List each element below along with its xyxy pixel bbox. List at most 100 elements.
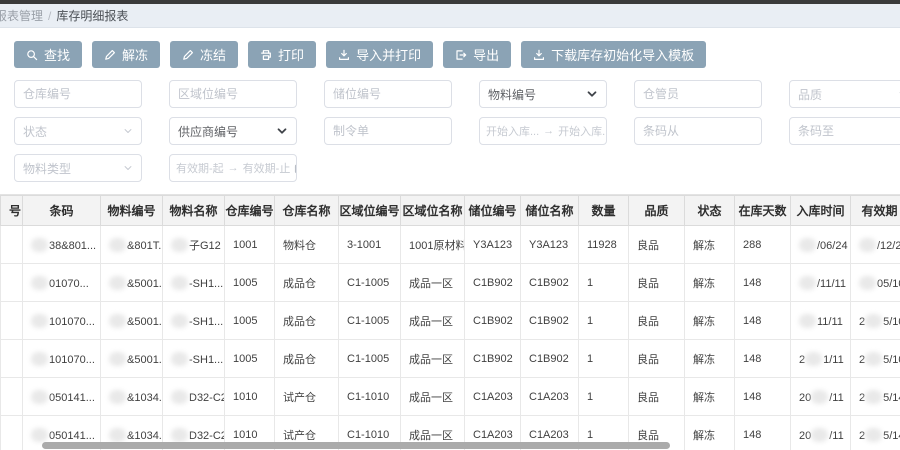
table-cell: &5001... (101, 302, 163, 340)
button-label: 查找 (44, 45, 70, 64)
barcode-to-input[interactable] (789, 117, 900, 145)
table-cell: C1B902 (521, 264, 579, 302)
button-label: 下载库存初始化导入模板 (551, 45, 694, 64)
table-cell: C1B902 (521, 302, 579, 340)
chevron-down-icon (276, 125, 288, 137)
column-header: 物料名称 (163, 196, 225, 226)
table-cell: C1-1005 (339, 340, 401, 378)
column-header: 数量 (579, 196, 629, 226)
redaction-blur (865, 390, 882, 404)
table-cell: 1001 (225, 226, 275, 264)
table-cell: -SH1... (163, 264, 225, 302)
table-cell: 25/10 (851, 302, 900, 340)
download-init-template-button[interactable]: 下载库存初始化导入模板 (521, 41, 706, 68)
redaction-blur (171, 276, 188, 290)
table-cell: &5001... (101, 340, 163, 378)
redaction-blur (109, 428, 126, 442)
table-cell: 1005 (225, 302, 275, 340)
redaction-blur (811, 390, 828, 404)
redaction-blur (171, 238, 188, 252)
column-header: 储位编号 (465, 196, 521, 226)
table-cell: 成品一区 (401, 302, 465, 340)
breadcrumb-current: 库存明细报表 (56, 7, 128, 24)
chevron-down-icon (586, 88, 598, 100)
horizontal-scrollbar-thumb[interactable] (42, 442, 670, 449)
print-button[interactable]: 打印 (248, 41, 316, 68)
table-cell: 1005 (225, 264, 275, 302)
table-cell: 05/10 (851, 264, 900, 302)
table-cell: Y3A123 (465, 226, 521, 264)
range-arrow-icon: → (543, 125, 554, 137)
redaction-blur (31, 390, 48, 404)
table-cell: 288 (735, 226, 791, 264)
download-icon (338, 49, 350, 61)
button-label: 解冻 (122, 45, 148, 64)
validity-date-range[interactable]: 有效期-起→有效期-止 (169, 154, 297, 182)
filter-row: 物料编号 品质 (14, 80, 900, 108)
table-header-row: 号条码物料编号物料名称仓库编号仓库名称区域位编号区域位名称储位编号储位名称数量品… (1, 196, 900, 226)
column-header: 物料编号 (101, 196, 163, 226)
material-no-select[interactable]: 物料编号 (479, 80, 607, 108)
table-cell: 11928 (579, 226, 629, 264)
table-cell: /11/11 (791, 264, 851, 302)
table-cell: 148 (735, 264, 791, 302)
table-cell: 解冻 (685, 416, 735, 450)
table-row[interactable]: 38&801...&801T...子G121001物料仓3-10011001原材… (1, 226, 900, 264)
redaction-blur (31, 352, 48, 366)
table-cell: 148 (735, 378, 791, 416)
select-placeholder: 状态 (23, 123, 47, 140)
status-select[interactable]: 状态 (14, 117, 142, 145)
column-header: 入库时间 (791, 196, 851, 226)
column-header: 条码 (23, 196, 101, 226)
redaction-blur (171, 390, 188, 404)
table-cell: C1B902 (465, 264, 521, 302)
redaction-blur (31, 238, 48, 252)
warehouse-no-input[interactable] (14, 80, 142, 108)
inventory-detail-report-page: 报表管理 / 库存明细报表 查找解冻冻结打印导入并打印导出下载库存初始化导入模板… (0, 0, 900, 450)
table-row[interactable]: 050141...&1034...D32-C21010试产仓C1-1010成品一… (1, 378, 900, 416)
select-placeholder: 品质 (798, 86, 822, 103)
table-cell (1, 302, 23, 340)
table-cell: 良品 (629, 226, 685, 264)
breadcrumb-root[interactable]: 报表管理 (0, 7, 43, 24)
date-from-placeholder: 有效期-起 (176, 160, 224, 176)
table-cell: C1A203 (521, 378, 579, 416)
date-to-placeholder: 有效期-止 (243, 160, 291, 176)
column-header: 仓库编号 (225, 196, 275, 226)
table-cell: C1B902 (521, 340, 579, 378)
storage-location-no-input[interactable] (324, 80, 452, 108)
redaction-blur (31, 276, 48, 290)
redaction-blur (109, 276, 126, 290)
table-row[interactable]: 101070...&5001...-SH1...1005成品仓C1-1005成品… (1, 340, 900, 378)
column-header: 在库天数 (735, 196, 791, 226)
table-cell: &1034... (101, 378, 163, 416)
freeze-button[interactable]: 冻结 (170, 41, 238, 68)
work-order-input[interactable] (324, 117, 452, 145)
filter-row: 物料类型有效期-起→有效期-止 (14, 154, 900, 182)
unfreeze-button[interactable]: 解冻 (92, 41, 160, 68)
material-type-select[interactable]: 物料类型 (14, 154, 142, 182)
barcode-from-input[interactable] (634, 117, 762, 145)
printer-icon (260, 49, 272, 61)
import-and-print-button[interactable]: 导入并打印 (326, 41, 433, 68)
search-button[interactable]: 查找 (14, 41, 82, 68)
inbound-date-range[interactable]: 开始入库...→开始入库... (479, 117, 607, 145)
quality-select[interactable]: 品质 (789, 80, 900, 108)
table-row[interactable]: 101070...&5001...-SH1...1005成品仓C1-1005成品… (1, 302, 900, 340)
column-header: 有效期 (851, 196, 900, 226)
redaction-blur (171, 314, 188, 328)
table-cell: 成品仓 (275, 302, 339, 340)
table-cell: 成品仓 (275, 264, 339, 302)
warehouse-keeper-input[interactable] (634, 80, 762, 108)
toolbar: 查找 解冻 冻结 打印 导入并打印导出 下载库存初始化导入模板 (14, 41, 900, 68)
column-header: 品质 (629, 196, 685, 226)
table-cell: 成品一区 (401, 340, 465, 378)
button-label: 打印 (278, 45, 304, 64)
export-button[interactable]: 导出 (443, 41, 511, 68)
redaction-blur (799, 238, 816, 252)
redaction-blur (859, 238, 876, 252)
supplier-no-select[interactable]: 供应商编号 (169, 117, 297, 145)
area-location-no-input[interactable] (169, 80, 297, 108)
breadcrumb: 报表管理 / 库存明细报表 (0, 4, 900, 28)
table-row[interactable]: 01070...&5001...-SH1...1005成品仓C1-1005成品一… (1, 264, 900, 302)
